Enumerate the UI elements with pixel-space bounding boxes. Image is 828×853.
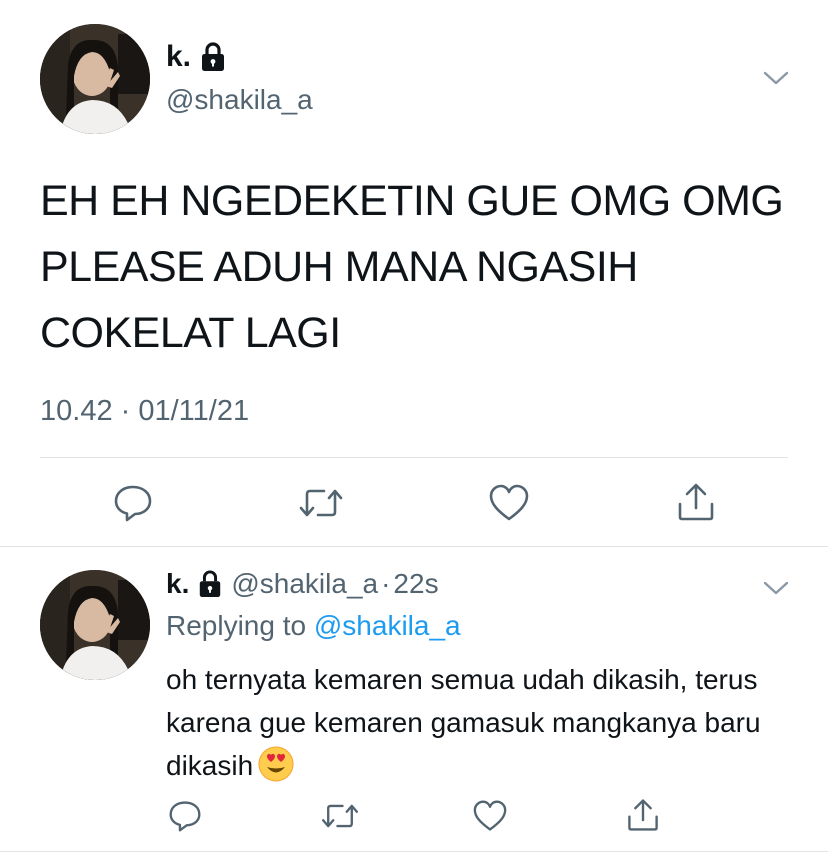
share-icon[interactable]	[626, 798, 660, 832]
display-name-text: k.	[166, 40, 192, 73]
avatar[interactable]	[40, 24, 150, 134]
share-icon[interactable]	[676, 482, 716, 522]
reply-header: k. @shakila_a · 22s	[166, 568, 439, 600]
tweet-text-content: oh ternyata kemaren semua udah dikasih, …	[166, 664, 761, 781]
user-handle[interactable]: @shakila_a	[231, 568, 378, 600]
like-icon[interactable]	[472, 800, 508, 832]
heart-eyes-emoji-icon	[257, 745, 295, 783]
lock-icon	[197, 570, 223, 598]
tweet-timestamp[interactable]: 22s	[393, 568, 438, 600]
tweet-text: oh ternyata kemaren semua udah dikasih, …	[166, 658, 806, 787]
retweet-icon[interactable]	[320, 800, 360, 832]
tweet-thread: k. @shakila_a EH EH NGEDEKETIN GUE OMG O…	[0, 0, 828, 853]
retweet-icon[interactable]	[298, 484, 344, 522]
display-name[interactable]: k.	[166, 568, 189, 600]
divider	[0, 851, 828, 852]
display-name[interactable]: k.	[166, 40, 227, 74]
like-icon[interactable]	[488, 484, 530, 522]
user-handle[interactable]: @shakila_a	[166, 84, 313, 116]
chevron-down-icon[interactable]	[762, 578, 790, 598]
separator: ·	[381, 568, 391, 599]
divider	[0, 546, 828, 547]
reply-icon[interactable]	[168, 800, 202, 832]
replying-prefix: Replying to	[166, 610, 307, 641]
tweet-timestamp[interactable]: 10.42 · 01/11/21	[40, 395, 249, 428]
replying-to-link[interactable]: @shakila_a	[314, 610, 461, 641]
replying-to: Replying to @shakila_a	[166, 610, 461, 642]
divider	[40, 457, 788, 458]
avatar[interactable]	[40, 570, 150, 680]
tweet-text: EH EH NGEDEKETIN GUE OMG OMG PLEASE ADUH…	[40, 177, 784, 357]
chevron-down-icon[interactable]	[762, 68, 790, 88]
lock-icon	[199, 42, 227, 72]
reply-icon[interactable]	[113, 484, 153, 522]
